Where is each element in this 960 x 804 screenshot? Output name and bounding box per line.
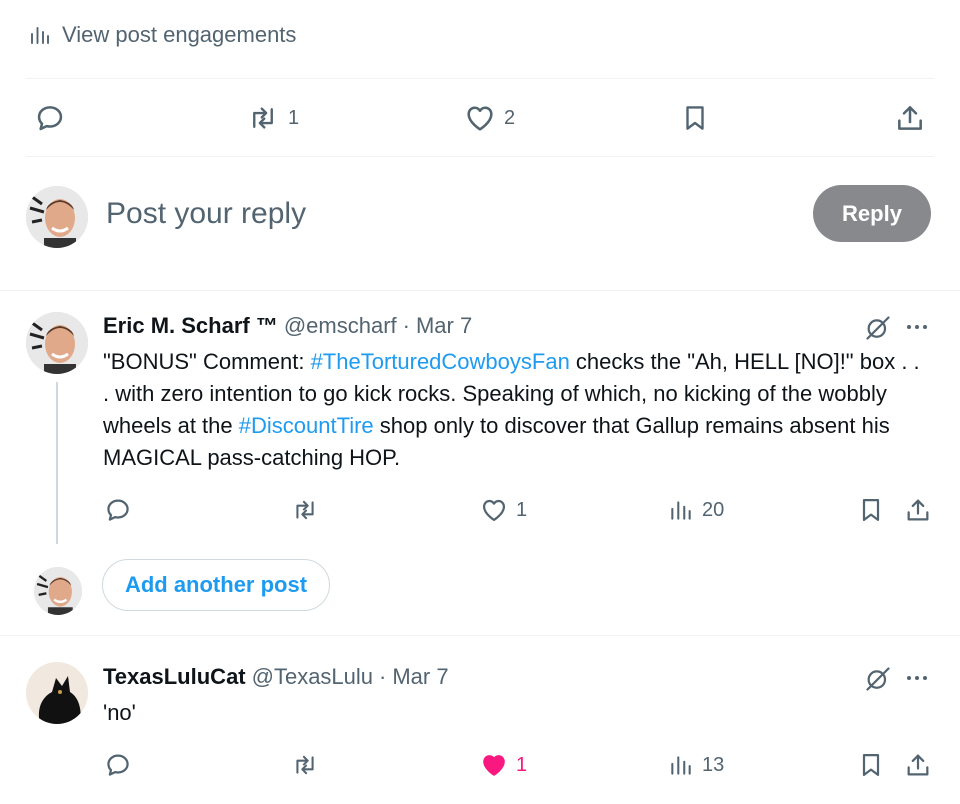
bookmark-button[interactable] [680, 102, 710, 134]
post-header: Eric M. Scharf ™ @emscharf · Mar 7 [103, 313, 472, 339]
reply-icon [107, 499, 129, 521]
heart-icon [467, 106, 493, 131]
separator-dot: · [379, 664, 387, 689]
hashtag-link[interactable]: #DiscountTire [239, 413, 374, 438]
hashtag-link[interactable]: #TheTorturedCowboysFan [311, 349, 570, 374]
more-dot [915, 676, 919, 680]
bookmark-icon [862, 498, 880, 522]
bookmark-button[interactable] [857, 496, 885, 524]
grok-icon [866, 316, 890, 340]
reply-input[interactable]: Post your reply [106, 196, 306, 232]
author-name[interactable]: TexasLuluCat [103, 664, 246, 690]
author-handle[interactable]: @TexasLulu [252, 664, 373, 690]
post-text: "BONUS" Comment: #TheTorturedCowboysFan … [103, 346, 923, 474]
more-dot [907, 676, 911, 680]
author-name[interactable]: Eric M. Scharf ™ [103, 313, 278, 339]
repost-button[interactable] [290, 497, 320, 523]
views-count: 13 [702, 753, 725, 776]
grok-icon [866, 667, 890, 691]
text-segment: 'no' [103, 700, 136, 725]
author-handle[interactable]: @emscharf [284, 313, 397, 339]
views-button[interactable]: 20 [668, 496, 724, 524]
separator-dot: · [402, 313, 410, 338]
repost-icon [296, 500, 314, 520]
reply-submit-button[interactable]: Reply [813, 185, 931, 242]
avatar[interactable] [34, 567, 82, 615]
post-text: 'no' [103, 697, 923, 729]
post-date[interactable]: Mar 7 [416, 313, 472, 339]
like-button[interactable]: 1 [480, 751, 527, 779]
repost-icon [296, 755, 314, 775]
thread-line [56, 382, 58, 544]
share-button[interactable] [894, 102, 926, 134]
reply-submit-label: Reply [842, 200, 902, 226]
more-dot [915, 325, 919, 329]
heart-filled-icon [483, 755, 505, 776]
text-segment: "BONUS" Comment: [103, 349, 311, 374]
post-date[interactable]: Mar 7 [392, 664, 448, 690]
bar-chart-icon [671, 501, 691, 520]
view-engagements-link[interactable]: View post engagements [28, 22, 296, 48]
add-another-post-label: Add another post [124, 572, 308, 597]
share-icon [907, 499, 929, 521]
share-icon [898, 106, 922, 130]
repost-button[interactable] [290, 752, 320, 778]
reply-button[interactable] [104, 751, 132, 779]
views-count: 20 [702, 498, 725, 521]
avatar[interactable] [26, 312, 88, 374]
bar-chart-icon [671, 756, 691, 775]
divider [0, 290, 960, 291]
bookmark-button[interactable] [857, 751, 885, 779]
grok-button[interactable] [864, 314, 892, 342]
user-avatar-image [26, 186, 88, 248]
reply-button[interactable] [104, 496, 132, 524]
like-count: 1 [516, 498, 528, 521]
bookmark-icon [686, 106, 704, 130]
cat-avatar-image [26, 662, 88, 724]
reply-button[interactable] [34, 102, 66, 134]
like-button[interactable]: 2 [464, 102, 515, 134]
bookmark-icon [862, 753, 880, 777]
user-avatar-image [34, 567, 82, 615]
more-options-button[interactable] [907, 676, 927, 680]
share-button[interactable] [904, 751, 932, 779]
views-button[interactable]: 13 [668, 751, 724, 779]
avatar[interactable] [26, 186, 88, 248]
reply-icon [37, 106, 63, 131]
bar-chart-icon [31, 27, 49, 44]
add-another-post-button[interactable]: Add another post [102, 559, 330, 611]
share-icon [907, 754, 929, 776]
repost-icon [253, 107, 273, 129]
like-count: 2 [504, 106, 516, 129]
like-button[interactable]: 1 [480, 496, 527, 524]
share-button[interactable] [904, 496, 932, 524]
divider [26, 156, 934, 157]
divider [26, 78, 934, 79]
grok-button[interactable] [864, 665, 892, 693]
view-engagements-label: View post engagements [62, 22, 297, 47]
like-count: 1 [516, 753, 528, 776]
repost-button[interactable]: 1 [246, 103, 299, 133]
repost-count: 1 [288, 106, 300, 129]
more-dot [907, 325, 911, 329]
more-dot [923, 325, 927, 329]
post-header: TexasLuluCat @TexasLulu · Mar 7 [103, 664, 449, 690]
more-dot [923, 676, 927, 680]
user-avatar-image [26, 312, 88, 374]
reply-icon [107, 754, 129, 776]
avatar[interactable] [26, 662, 88, 724]
more-options-button[interactable] [907, 325, 927, 329]
divider [0, 635, 960, 636]
heart-icon [482, 499, 506, 522]
